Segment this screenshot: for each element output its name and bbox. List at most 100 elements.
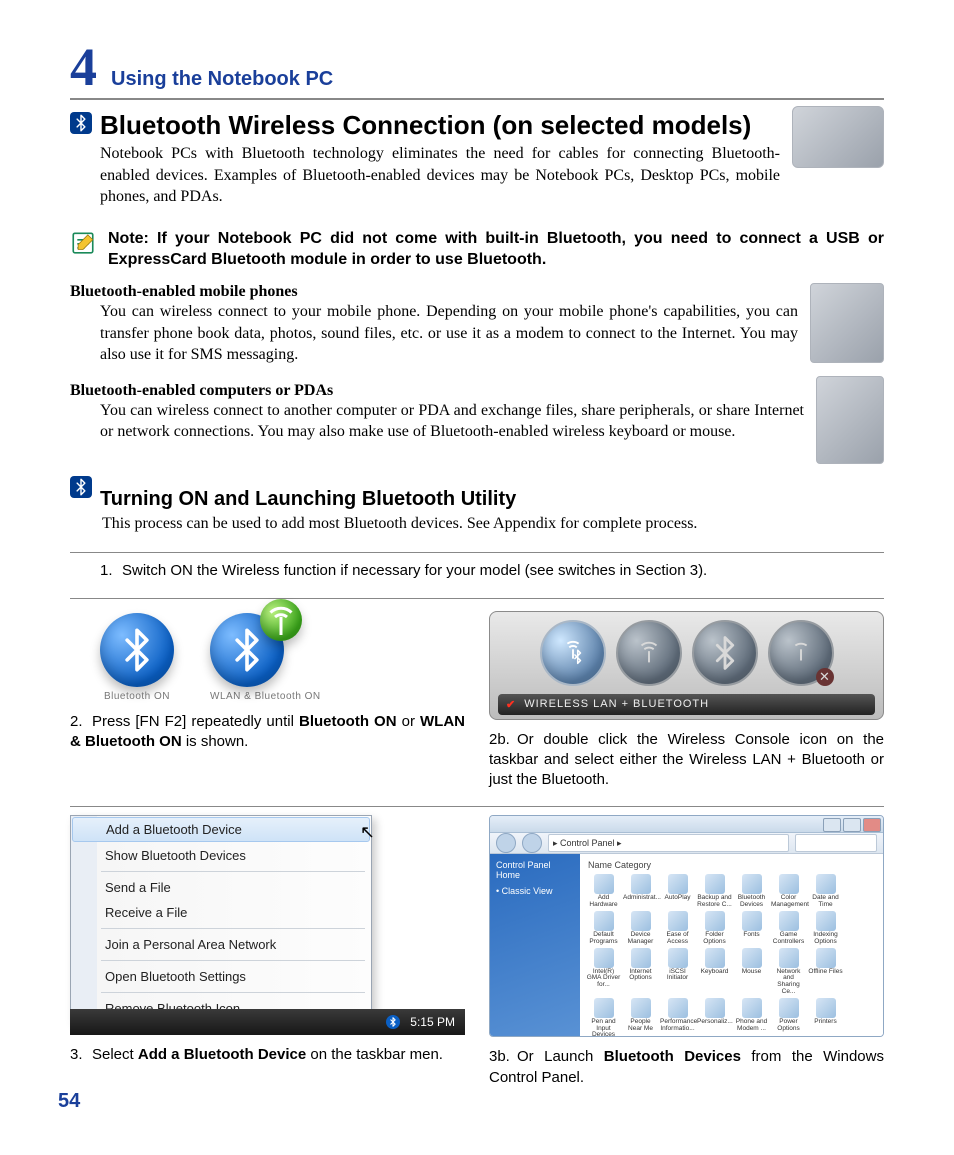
control-panel-item-label: Default Programs (586, 932, 621, 946)
bluetooth-icon (70, 476, 92, 498)
control-panel-item[interactable]: Administrat... (623, 874, 658, 909)
control-panel-item[interactable]: Printers (808, 998, 843, 1038)
control-panel-item[interactable]: AutoPlay (660, 874, 695, 909)
pdas-subhead: Bluetooth-enabled computers or PDAs (70, 382, 884, 400)
menu-item-send-file[interactable]: Send a File (71, 875, 371, 900)
control-panel-item[interactable]: Intel(R) GMA Driver for... (586, 948, 621, 996)
control-panel-item[interactable]: Color Management (771, 874, 806, 909)
control-panel-item-icon (742, 874, 762, 894)
control-panel-item-label: AutoPlay (660, 895, 695, 902)
bluetooth-icon (70, 112, 92, 134)
control-panel-item-icon (705, 874, 725, 894)
control-panel-item[interactable]: Fonts (734, 911, 769, 946)
step-1-text: 1.Switch ON the Wireless function if nec… (100, 561, 884, 581)
control-panel-item-icon (816, 874, 836, 894)
section-intro: Notebook PCs with Bluetooth technology e… (100, 143, 884, 208)
control-panel-item-label: Keyboard (697, 969, 732, 976)
bluetooth-on-caption: Bluetooth ON (100, 691, 174, 702)
control-panel-sidebar: Control Panel Home • Classic View (490, 854, 580, 1037)
control-panel-item-label: Power Options (771, 1019, 806, 1033)
step-3b-text: 3b.Or Launch Bluetooth Devices from the … (489, 1047, 884, 1088)
control-panel-item-label: Administrat... (623, 895, 658, 902)
control-panel-item[interactable]: Device Manager (623, 911, 658, 946)
window-minimize-button[interactable] (823, 818, 841, 832)
menu-item-add-bluetooth-device[interactable]: Add a Bluetooth Device ↖ (72, 817, 370, 842)
control-panel-item-label: Backup and Restore C... (697, 895, 732, 909)
control-panel-item[interactable]: Power Options (771, 998, 806, 1038)
menu-item-open-bt-settings[interactable]: Open Bluetooth Settings (71, 964, 371, 989)
control-panel-item-label: Bluetooth Devices (734, 895, 769, 909)
menu-item-show-bluetooth-devices[interactable]: Show Bluetooth Devices (71, 843, 371, 868)
control-panel-item-icon (594, 998, 614, 1018)
control-panel-item[interactable]: Performance Informatio... (660, 998, 695, 1038)
window-maximize-button[interactable] (843, 818, 861, 832)
control-panel-item-icon (816, 911, 836, 931)
section-intro: This process can be used to add most Blu… (102, 513, 884, 535)
menu-item-receive-file[interactable]: Receive a File (71, 900, 371, 925)
disabled-disc-icon[interactable]: ✕ (768, 620, 834, 686)
control-panel-item[interactable]: Default Programs (586, 911, 621, 946)
control-panel-item[interactable]: Folder Options (697, 911, 732, 946)
control-panel-item-icon (779, 874, 799, 894)
control-panel-item-icon (779, 998, 799, 1018)
bluetooth-disc-icon[interactable] (692, 620, 758, 686)
control-panel-item[interactable]: Bluetooth Devices (734, 874, 769, 909)
control-panel-item-label: Offline Files (808, 969, 843, 976)
bluetooth-on-icon (100, 613, 174, 687)
control-panel-item-label: iSCSI Initiator (660, 969, 695, 983)
control-panel-item-icon (631, 911, 651, 931)
control-panel-item-label: Date and Time (808, 895, 843, 909)
control-panel-item-icon (668, 911, 688, 931)
control-panel-item-icon (742, 948, 762, 968)
control-panel-item[interactable]: iSCSI Initiator (660, 948, 695, 996)
control-panel-item-icon (816, 998, 836, 1018)
taskbar-bluetooth-icon[interactable] (386, 1015, 400, 1029)
control-panel-item-label: Game Controllers (771, 932, 806, 946)
control-panel-item-icon (668, 948, 688, 968)
window-close-button[interactable] (863, 818, 881, 832)
nav-forward-button[interactable] (522, 833, 542, 853)
control-panel-item[interactable]: Keyboard (697, 948, 732, 996)
chapter-title: Using the Notebook PC (111, 68, 333, 91)
control-panel-item-icon (668, 874, 688, 894)
control-panel-item[interactable]: Internet Options (623, 948, 658, 996)
control-panel-item[interactable]: Pen and Input Devices (586, 998, 621, 1038)
control-panel-item-label: Network and Sharing Ce... (771, 969, 806, 996)
control-panel-item[interactable]: Indexing Options (808, 911, 843, 946)
nav-back-button[interactable] (496, 833, 516, 853)
control-panel-item[interactable]: Personaliz... (697, 998, 732, 1038)
column-header: Name Category (588, 860, 877, 870)
menu-item-join-pan[interactable]: Join a Personal Area Network (71, 932, 371, 957)
control-panel-item-label: Device Manager (623, 932, 658, 946)
control-panel-item[interactable]: Date and Time (808, 874, 843, 909)
control-panel-item[interactable]: Ease of Access (660, 911, 695, 946)
control-panel-item[interactable]: Add Hardware (586, 874, 621, 909)
sidebar-classic-view[interactable]: • Classic View (496, 886, 574, 896)
mouse-image (792, 106, 884, 168)
control-panel-item-label: Printers (808, 1019, 843, 1026)
control-panel-item-icon (779, 911, 799, 931)
wlan-disc-icon[interactable] (616, 620, 682, 686)
wlan-bluetooth-on-icon (210, 613, 284, 687)
control-panel-item-label: Color Management (771, 895, 806, 909)
control-panel-item[interactable]: Network and Sharing Ce... (771, 948, 806, 996)
search-input[interactable] (795, 834, 877, 852)
control-panel-item[interactable]: People Near Me (623, 998, 658, 1038)
control-panel-item[interactable]: Backup and Restore C... (697, 874, 732, 909)
control-panel-item[interactable]: Offline Files (808, 948, 843, 996)
mobile-phone-image (810, 283, 884, 363)
section-heading: Turning ON and Launching Bluetooth Utili… (100, 488, 884, 511)
control-panel-item-label: Indexing Options (808, 932, 843, 946)
control-panel-item-label: Ease of Access (660, 932, 695, 946)
wlan-bt-disc-icon[interactable] (540, 620, 606, 686)
control-panel-item-label: Folder Options (697, 932, 732, 946)
sidebar-home[interactable]: Control Panel Home (496, 860, 574, 880)
control-panel-item[interactable]: Game Controllers (771, 911, 806, 946)
address-bar[interactable]: ▸ Control Panel ▸ (548, 834, 789, 852)
control-panel-item-icon (705, 948, 725, 968)
control-panel-item[interactable]: Phone and Modem ... (734, 998, 769, 1038)
bluetooth-context-menu: Add a Bluetooth Device ↖ Show Bluetooth … (70, 815, 372, 1022)
wlan-bluetooth-on-caption: WLAN & Bluetooth ON (210, 691, 321, 702)
control-panel-item[interactable]: Mouse (734, 948, 769, 996)
wireless-console-bar: ✕ ✔ Wireless Lan + Bluetooth (489, 611, 884, 720)
